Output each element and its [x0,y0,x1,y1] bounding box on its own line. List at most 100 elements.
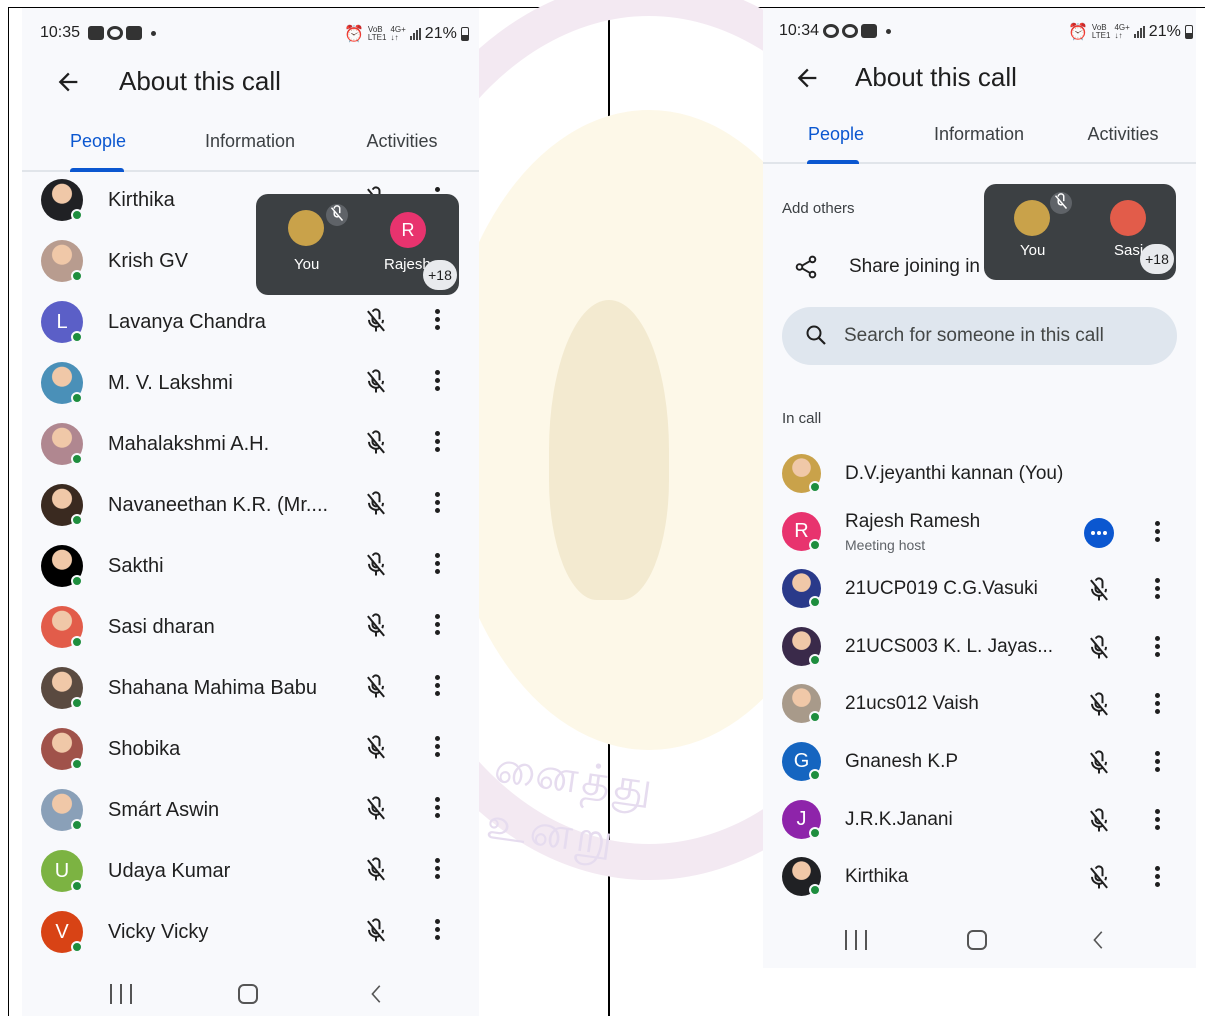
more-options-icon[interactable] [1153,693,1161,717]
more-options-icon[interactable] [433,370,441,394]
mic-off-icon[interactable] [362,917,390,945]
more-options-icon[interactable] [433,675,441,699]
more-options-icon[interactable] [1153,751,1161,775]
record-icon [842,24,858,38]
participant-row[interactable]: Shahana Mahima Babu [22,658,479,719]
more-notifications-dot-icon [886,28,891,34]
participant-row[interactable]: M. V. Lakshmi [22,353,479,414]
mic-off-icon[interactable] [362,673,390,701]
participant-row[interactable]: D.V.jeyanthi kannan (You) [763,448,1196,509]
participant-row[interactable]: Shobika [22,719,479,780]
more-options-icon[interactable] [433,736,441,760]
status-bar: 10:35 ⏰ VoB LTE1 4G+ ↓↑ 21% [22,22,479,46]
battery-percent: 21% [424,25,457,42]
mic-off-icon[interactable] [1085,691,1113,719]
participant-row[interactable]: L Lavanya Chandra [22,292,479,353]
pip-tile-label-you: You [294,256,320,273]
online-status-dot [71,209,83,221]
recents-icon[interactable] [110,984,132,1004]
tab-activities[interactable]: Activities [354,131,450,152]
more-options-icon[interactable] [1153,578,1161,602]
participant-name: 21UCS003 K. L. Jayas... [845,635,1054,657]
participant-row[interactable]: U Udaya Kumar [22,841,479,902]
battery-icon [460,27,469,41]
nav-back-icon[interactable] [366,983,388,1005]
mic-off-icon[interactable] [1085,749,1113,777]
participant-name: J.R.K.Janani [845,808,953,830]
more-options-icon[interactable] [1153,635,1161,660]
pip-self-view[interactable]: You Sasi +18 [984,184,1176,280]
more-options-icon[interactable] [433,553,441,577]
participant-row[interactable]: Kirthika [763,851,1196,912]
more-options-icon[interactable] [1153,520,1161,545]
pip-avatar-sasi [1110,200,1146,236]
back-arrow-icon[interactable] [54,68,82,96]
participant-row[interactable]: Sakthi [22,536,479,597]
video-icon [126,26,142,40]
battery-percent: 21% [1148,23,1181,40]
search-icon [806,325,826,345]
participant-row[interactable]: 21UCP019 C.G.Vasuki [763,563,1196,624]
app-bar: About this call [763,58,1196,98]
mic-off-icon[interactable] [362,490,390,518]
tab-information[interactable]: Information [190,131,310,152]
mic-off-icon[interactable] [362,368,390,396]
mic-off-icon[interactable] [1085,807,1113,835]
tab-activities[interactable]: Activities [1077,124,1169,145]
document-frame-left [8,7,9,1016]
more-options-icon[interactable] [433,431,441,455]
pip-more-count[interactable]: +18 [423,260,457,290]
mic-off-icon[interactable] [362,734,390,762]
participant-row[interactable]: Smárt Aswin [22,780,479,841]
tab-people[interactable]: People [62,131,134,152]
participant-row[interactable]: J J.R.K.Janani [763,794,1196,855]
online-status-dot [71,880,83,892]
participant-name: Shobika [108,738,181,760]
mic-off-icon[interactable] [362,429,390,457]
participant-row[interactable]: V Vicky Vicky [22,902,479,963]
mic-off-icon[interactable] [1085,864,1113,892]
college-watermark: னைத்து உனறு [479,0,764,890]
mic-off-icon[interactable] [362,856,390,884]
more-options-icon[interactable] [433,797,441,821]
online-status-dot [809,711,821,724]
more-options-icon[interactable] [433,919,441,943]
pip-avatar-rajesh: R [390,212,426,248]
mic-off-icon[interactable] [362,612,390,640]
notification-icons [88,26,156,40]
participant-row[interactable]: 21ucs012 Vaish [763,678,1196,739]
right-phone-screen: 10:34 ⏰ VoB LTE1 4G+ ↓↑ 21% About this cal… [763,8,1196,968]
more-options-icon[interactable] [433,858,441,882]
mic-off-icon[interactable] [362,795,390,823]
participant-name: Smárt Aswin [108,799,220,821]
pip-self-view[interactable]: You R Rajesh +18 [256,194,459,295]
online-status-dot [809,826,821,839]
participant-row[interactable]: Sasi dharan [22,597,479,658]
home-icon[interactable] [967,930,987,950]
tab-people[interactable]: People [801,124,871,145]
pip-tile-label-you: You [1020,242,1046,259]
participant-row[interactable]: Navaneethan K.R. (Mr.... [22,475,479,536]
participant-row[interactable]: R Rajesh Ramesh Meeting host [763,506,1196,567]
participant-row[interactable]: Mahalakshmi A.H. [22,414,479,475]
online-status-dot [71,270,83,282]
tab-information[interactable]: Information [921,124,1037,145]
back-arrow-icon[interactable] [793,64,821,92]
share-joining-info-label: Share joining in [849,256,980,277]
mic-off-icon[interactable] [1085,634,1113,662]
more-options-icon[interactable] [1153,808,1161,833]
recents-icon[interactable] [845,930,867,950]
more-options-icon[interactable] [1153,866,1161,890]
more-options-icon[interactable] [433,309,441,333]
more-options-icon[interactable] [433,492,441,516]
nav-back-icon[interactable] [1088,929,1110,951]
participant-row[interactable]: G Gnanesh K.P [763,736,1196,797]
mic-off-icon[interactable] [362,307,390,335]
search-box[interactable]: Search for someone in this call [782,307,1177,365]
participant-row[interactable]: 21UCS003 K. L. Jayas... [763,621,1196,682]
pip-more-count[interactable]: +18 [1140,244,1174,274]
more-options-icon[interactable] [433,614,441,638]
home-icon[interactable] [238,984,258,1004]
mic-off-icon[interactable] [1085,576,1113,604]
mic-off-icon[interactable] [362,551,390,579]
